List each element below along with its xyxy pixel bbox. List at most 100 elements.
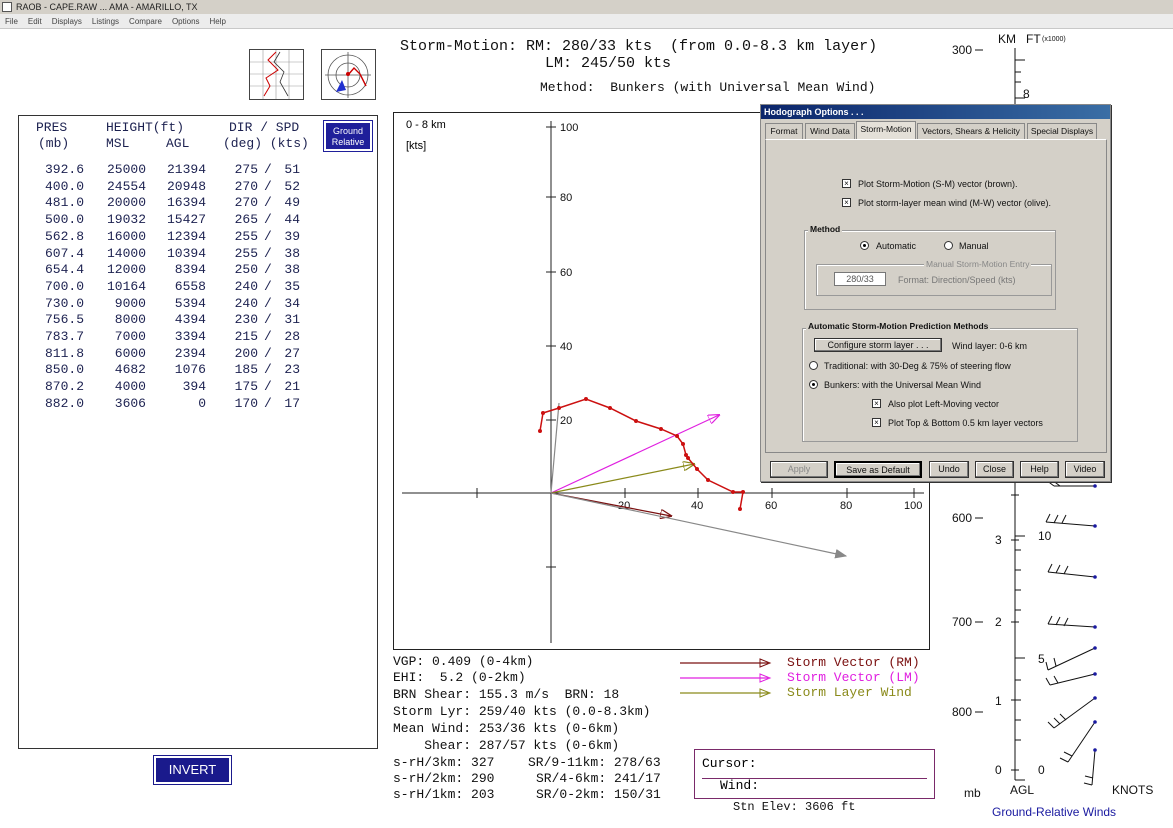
- km-1-label: 1: [995, 694, 1002, 708]
- spd-cell: 38: [284, 245, 300, 261]
- manual-storm-motion-input[interactable]: 280/33: [834, 272, 886, 286]
- bunkers-radio[interactable]: [809, 380, 818, 389]
- menu-file[interactable]: File: [0, 14, 23, 29]
- skewt-thumbnail-button[interactable]: [249, 49, 304, 100]
- invert-button[interactable]: INVERT: [153, 755, 232, 785]
- tab-storm-motion[interactable]: Storm-Motion: [856, 121, 916, 140]
- plot-sm-label: Plot Storm-Motion (S-M) vector (brown).: [858, 179, 1018, 189]
- dir-cell: 265: [234, 212, 258, 228]
- app-icon: [2, 2, 12, 12]
- pres-cell: 562.8: [44, 228, 84, 244]
- manual-radio[interactable]: [944, 241, 953, 250]
- msl-cell: 3606: [114, 395, 146, 411]
- menu-displays[interactable]: Displays: [47, 14, 87, 29]
- menu-edit[interactable]: Edit: [23, 14, 47, 29]
- legend-storm-layer: Storm Layer Wind: [787, 685, 912, 700]
- pres-cell: 700.0: [44, 278, 84, 294]
- spd-cell: 23: [284, 362, 300, 378]
- apply-button[interactable]: Apply: [770, 461, 828, 478]
- menu-listings[interactable]: Listings: [87, 14, 124, 29]
- ground-relative-button[interactable]: Ground Relative: [323, 120, 373, 152]
- dir-spd-separator: /: [264, 262, 272, 278]
- spd-cell: 34: [284, 295, 300, 311]
- lm-storm-vector: [550, 415, 719, 494]
- dir-spd-separator: /: [264, 228, 272, 244]
- srh1-value: s-rH/1km: 203: [393, 787, 495, 802]
- dir-cell: 215: [234, 329, 258, 344]
- mean-wind-value: Mean Wind: 253/36 kts (0-6km): [393, 721, 620, 736]
- msl-cell: 4682: [114, 362, 146, 378]
- dir-spd-separator: /: [264, 329, 272, 344]
- plot-mw-label: Plot storm-layer mean wind (M-W) vector …: [858, 198, 1052, 208]
- manual-entry-group-label: Manual Storm-Motion Entry: [924, 259, 1032, 269]
- pres-cell: 882.0: [44, 395, 84, 411]
- dir-cell: 250: [234, 262, 258, 278]
- plot-sm-checkbox[interactable]: ×: [842, 179, 851, 188]
- msl-cell: 6000: [114, 345, 146, 361]
- dir-cell: 255: [234, 228, 258, 244]
- agl-cell: 21394: [166, 162, 206, 177]
- plot-top-bottom-checkbox[interactable]: ×: [872, 418, 881, 427]
- msl-cell: 19032: [106, 212, 146, 228]
- msl-cell: 7000: [114, 329, 146, 344]
- save-as-default-button[interactable]: Save as Default: [834, 461, 922, 478]
- agl-cell: 10394: [166, 245, 206, 261]
- tab-format[interactable]: Format: [765, 123, 803, 139]
- col-msl-header: MSL: [106, 136, 130, 151]
- configure-storm-layer-button[interactable]: Configure storm layer . . .: [814, 338, 942, 352]
- tab-vectors-shears-helicity[interactable]: Vectors, Shears & Helicity: [917, 123, 1025, 139]
- agl-cell: 5394: [174, 295, 206, 311]
- menu-help[interactable]: Help: [205, 14, 231, 29]
- sr-0-2-value: SR/0-2km: 150/31: [536, 787, 661, 802]
- cursor-readout: Cursor: Wind:: [694, 749, 935, 799]
- pres-cell: 654.4: [44, 262, 84, 278]
- msl-cell: 4000: [114, 379, 146, 395]
- ehi-value: EHI: 5.2 (0-2km): [393, 670, 526, 685]
- tab-special-displays[interactable]: Special Displays: [1027, 123, 1097, 139]
- agl-cell: 8394: [174, 262, 206, 278]
- pres-cell: 500.0: [44, 212, 84, 228]
- video-button[interactable]: Video: [1065, 461, 1105, 478]
- dialog-title: Hodograph Options . . .: [761, 105, 1110, 119]
- x-tick-label: 40: [691, 500, 703, 512]
- dir-cell: 240: [234, 278, 258, 294]
- help-button[interactable]: Help: [1020, 461, 1059, 478]
- spd-cell: 17: [284, 395, 300, 411]
- menu-compare[interactable]: Compare: [124, 14, 167, 29]
- spd-cell: 52: [284, 178, 300, 194]
- tab-wind-data[interactable]: Wind Data: [805, 123, 855, 139]
- msl-cell: 20000: [106, 195, 146, 211]
- legend-rm: Storm Vector (RM): [787, 655, 920, 670]
- traditional-radio[interactable]: [809, 361, 818, 370]
- pres-cell: 850.0: [44, 362, 84, 378]
- mb-700-label: 700: [952, 615, 973, 629]
- station-elevation: Stn Elev: 3606 ft: [733, 800, 856, 814]
- agl-cell: 2394: [174, 345, 206, 361]
- automatic-radio[interactable]: [860, 241, 869, 250]
- bunkers-label: Bunkers: with the Universal Mean Wind: [824, 380, 982, 390]
- agl-cell: 4394: [174, 312, 206, 328]
- legend-arrows: [680, 658, 772, 698]
- spd-cell: 31: [284, 312, 300, 328]
- storm-layer-wind-vector: [550, 464, 694, 494]
- hodograph-icon: [325, 52, 371, 98]
- pres-cell: 756.5: [44, 312, 84, 328]
- wind-barbs: [1045, 480, 1097, 786]
- menu-options[interactable]: Options: [167, 14, 205, 29]
- undo-button[interactable]: Undo: [929, 461, 969, 478]
- msl-cell: 16000: [106, 228, 146, 244]
- spd-cell: 49: [284, 195, 300, 211]
- y-tick-label: 80: [560, 192, 572, 204]
- also-plot-lm-label: Also plot Left-Moving vector: [888, 399, 1000, 409]
- also-plot-lm-checkbox[interactable]: ×: [872, 399, 881, 408]
- plot-mw-checkbox[interactable]: ×: [842, 198, 851, 207]
- brn-value: BRN Shear: 155.3 m/s BRN: 18: [393, 687, 620, 702]
- manual-label: Manual: [959, 241, 989, 251]
- skewt-icon: [250, 50, 303, 99]
- mb-800-label: 800: [952, 705, 973, 719]
- km-3-label: 3: [995, 533, 1002, 547]
- close-button[interactable]: Close: [975, 461, 1014, 478]
- hodograph-thumbnail-button[interactable]: [321, 49, 376, 100]
- msl-cell: 25000: [106, 162, 146, 177]
- spd-cell: 28: [284, 329, 300, 344]
